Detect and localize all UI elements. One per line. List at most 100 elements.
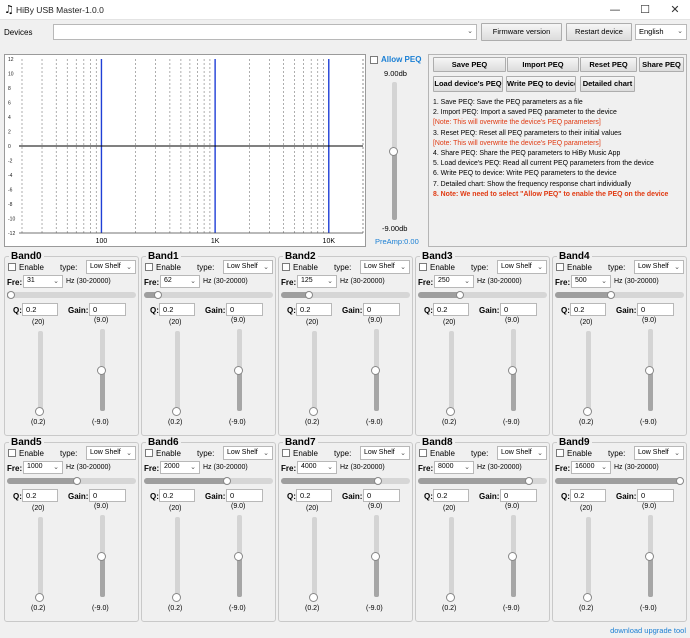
band-freq-slider-handle[interactable] [223,477,232,485]
band-q-input[interactable]: 0.2 [296,489,332,502]
band-gain-input[interactable]: 0 [637,303,674,316]
restart-device-button[interactable]: Restart device [566,23,632,41]
band-freq-slider[interactable] [7,291,136,299]
band-q-input[interactable]: 0.2 [159,303,195,316]
band-q-slider[interactable] [446,331,455,416]
band-freq-slider[interactable] [281,477,410,485]
band-gain-slider-handle[interactable] [371,552,380,561]
band-freq-slider[interactable] [555,291,684,299]
band-freq-slider[interactable] [144,291,273,299]
band-freq-select[interactable]: 31 ⌄ [23,275,63,288]
band-type-select[interactable]: Low Shelf ⌄ [497,260,547,274]
band-q-slider[interactable] [35,331,44,416]
band-gain-slider-handle[interactable] [508,366,517,375]
band-gain-input[interactable]: 0 [500,489,537,502]
import-peq-button[interactable]: Import PEQ [507,57,579,72]
band-gain-input[interactable]: 0 [363,303,400,316]
write-peq-button[interactable]: Write PEQ to device [506,76,576,92]
band-gain-slider-handle[interactable] [234,552,243,561]
band-type-select[interactable]: Low Shelf ⌄ [223,446,273,460]
band-gain-slider[interactable] [645,515,654,597]
band-gain-input[interactable]: 0 [226,489,263,502]
band-q-slider[interactable] [309,331,318,416]
band-type-select[interactable]: Low Shelf ⌄ [86,446,136,460]
band-enable-checkbox[interactable] [419,263,427,271]
detailed-chart-button[interactable]: Detailed chart [580,76,635,92]
maximize-button[interactable]: ☐ [630,0,660,20]
band-q-slider[interactable] [446,517,455,602]
band-gain-input[interactable]: 0 [89,303,126,316]
band-gain-slider-handle[interactable] [97,366,106,375]
band-freq-slider[interactable] [418,291,547,299]
band-enable-checkbox[interactable] [282,263,290,271]
band-q-input[interactable]: 0.2 [570,303,606,316]
band-freq-select[interactable]: 4000 ⌄ [297,461,337,474]
preamp-slider[interactable] [389,82,398,220]
band-enable-checkbox[interactable] [8,449,16,457]
save-peq-button[interactable]: Save PEQ [433,57,506,72]
band-q-slider-handle[interactable] [309,593,318,602]
band-gain-input[interactable]: 0 [89,489,126,502]
band-q-input[interactable]: 0.2 [159,489,195,502]
band-type-select[interactable]: Low Shelf ⌄ [634,260,684,274]
band-enable-checkbox[interactable] [556,263,564,271]
band-q-slider-handle[interactable] [309,407,318,416]
band-q-input[interactable]: 0.2 [570,489,606,502]
band-freq-slider[interactable] [555,477,684,485]
band-q-input[interactable]: 0.2 [433,489,469,502]
band-q-slider-handle[interactable] [583,407,592,416]
band-gain-input[interactable]: 0 [500,303,537,316]
band-freq-slider-handle[interactable] [456,291,465,299]
load-device-peq-button[interactable]: Load device's PEQ [433,76,503,92]
band-q-slider[interactable] [583,517,592,602]
band-q-slider[interactable] [35,517,44,602]
band-freq-select[interactable]: 1000 ⌄ [23,461,63,474]
reset-peq-button[interactable]: Reset PEQ [580,57,637,72]
band-enable-checkbox[interactable] [556,449,564,457]
band-q-slider[interactable] [172,517,181,602]
band-freq-slider-handle[interactable] [675,477,684,485]
band-type-select[interactable]: Low Shelf ⌄ [360,446,410,460]
band-freq-slider[interactable] [7,477,136,485]
band-freq-slider-handle[interactable] [154,291,163,299]
band-type-select[interactable]: Low Shelf ⌄ [497,446,547,460]
band-freq-select[interactable]: 2000 ⌄ [160,461,200,474]
allow-peq-checkbox[interactable] [370,56,378,64]
band-gain-slider[interactable] [371,329,380,411]
band-enable-checkbox[interactable] [419,449,427,457]
band-freq-slider[interactable] [144,477,273,485]
close-button[interactable]: ✕ [660,0,690,20]
band-q-slider-handle[interactable] [446,407,455,416]
band-freq-slider-handle[interactable] [374,477,383,485]
band-type-select[interactable]: Low Shelf ⌄ [86,260,136,274]
band-freq-slider[interactable] [418,477,547,485]
band-gain-slider-handle[interactable] [234,366,243,375]
download-upgrade-tool-link[interactable]: download upgrade tool [610,626,686,635]
band-q-input[interactable]: 0.2 [22,303,58,316]
band-freq-select[interactable]: 16000 ⌄ [571,461,611,474]
band-freq-select[interactable]: 8000 ⌄ [434,461,474,474]
band-freq-select[interactable]: 250 ⌄ [434,275,474,288]
band-type-select[interactable]: Low Shelf ⌄ [360,260,410,274]
band-gain-slider[interactable] [508,329,517,411]
band-gain-slider-handle[interactable] [508,552,517,561]
band-gain-slider[interactable] [97,329,106,411]
band-gain-slider-handle[interactable] [371,366,380,375]
device-select[interactable]: ⌄ [53,24,477,40]
band-freq-slider-handle[interactable] [524,477,533,485]
band-freq-slider-handle[interactable] [606,291,615,299]
band-freq-select[interactable]: 62 ⌄ [160,275,200,288]
band-enable-checkbox[interactable] [145,263,153,271]
band-gain-slider-handle[interactable] [645,552,654,561]
band-gain-slider-handle[interactable] [97,552,106,561]
band-gain-slider[interactable] [234,329,243,411]
band-freq-slider[interactable] [281,291,410,299]
band-q-slider-handle[interactable] [172,593,181,602]
band-type-select[interactable]: Low Shelf ⌄ [634,446,684,460]
band-freq-select[interactable]: 125 ⌄ [297,275,337,288]
band-freq-select[interactable]: 500 ⌄ [571,275,611,288]
band-gain-input[interactable]: 0 [226,303,263,316]
band-q-slider[interactable] [309,517,318,602]
language-select[interactable]: English ⌄ [635,24,687,40]
band-enable-checkbox[interactable] [282,449,290,457]
